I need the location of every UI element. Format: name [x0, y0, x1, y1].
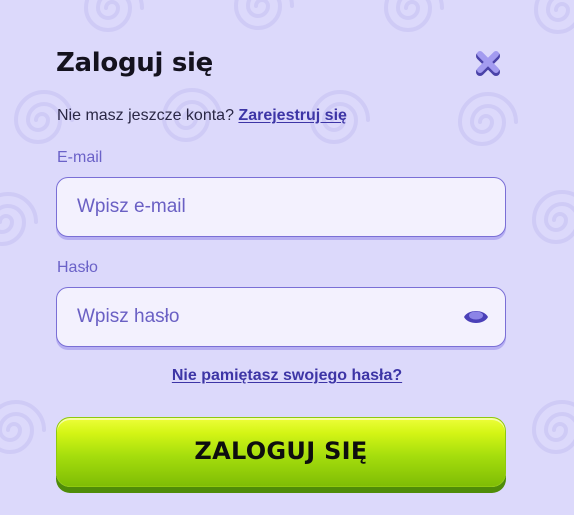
login-button[interactable]: ZALOGUJ SIĘ — [56, 417, 506, 487]
email-label: E-mail — [57, 149, 103, 166]
login-dialog: Zaloguj się Nie masz jeszcze konta? Zare… — [0, 0, 574, 515]
password-field-wrapper — [56, 287, 506, 347]
close-icon — [476, 51, 500, 76]
dialog-title: Zaloguj się — [56, 48, 213, 78]
login-button-label: ZALOGUJ SIĘ — [194, 437, 368, 465]
register-link[interactable]: Zarejestruj się — [238, 107, 347, 124]
forgot-password-link[interactable]: Nie pamiętasz swojego hasła? — [172, 367, 402, 384]
password-label: Hasło — [57, 259, 98, 276]
toggle-password-visibility-button[interactable] — [463, 307, 489, 327]
close-button[interactable] — [474, 49, 502, 77]
password-input[interactable] — [57, 288, 505, 346]
email-input[interactable] — [57, 178, 505, 236]
forgot-password-row: Nie pamiętasz swojego hasła? — [0, 367, 574, 385]
register-prompt: Nie masz jeszcze konta? Zarejestruj się — [57, 107, 347, 125]
email-field-wrapper — [56, 177, 506, 237]
eye-icon — [464, 311, 488, 323]
register-prompt-text: Nie masz jeszcze konta? — [57, 107, 234, 124]
